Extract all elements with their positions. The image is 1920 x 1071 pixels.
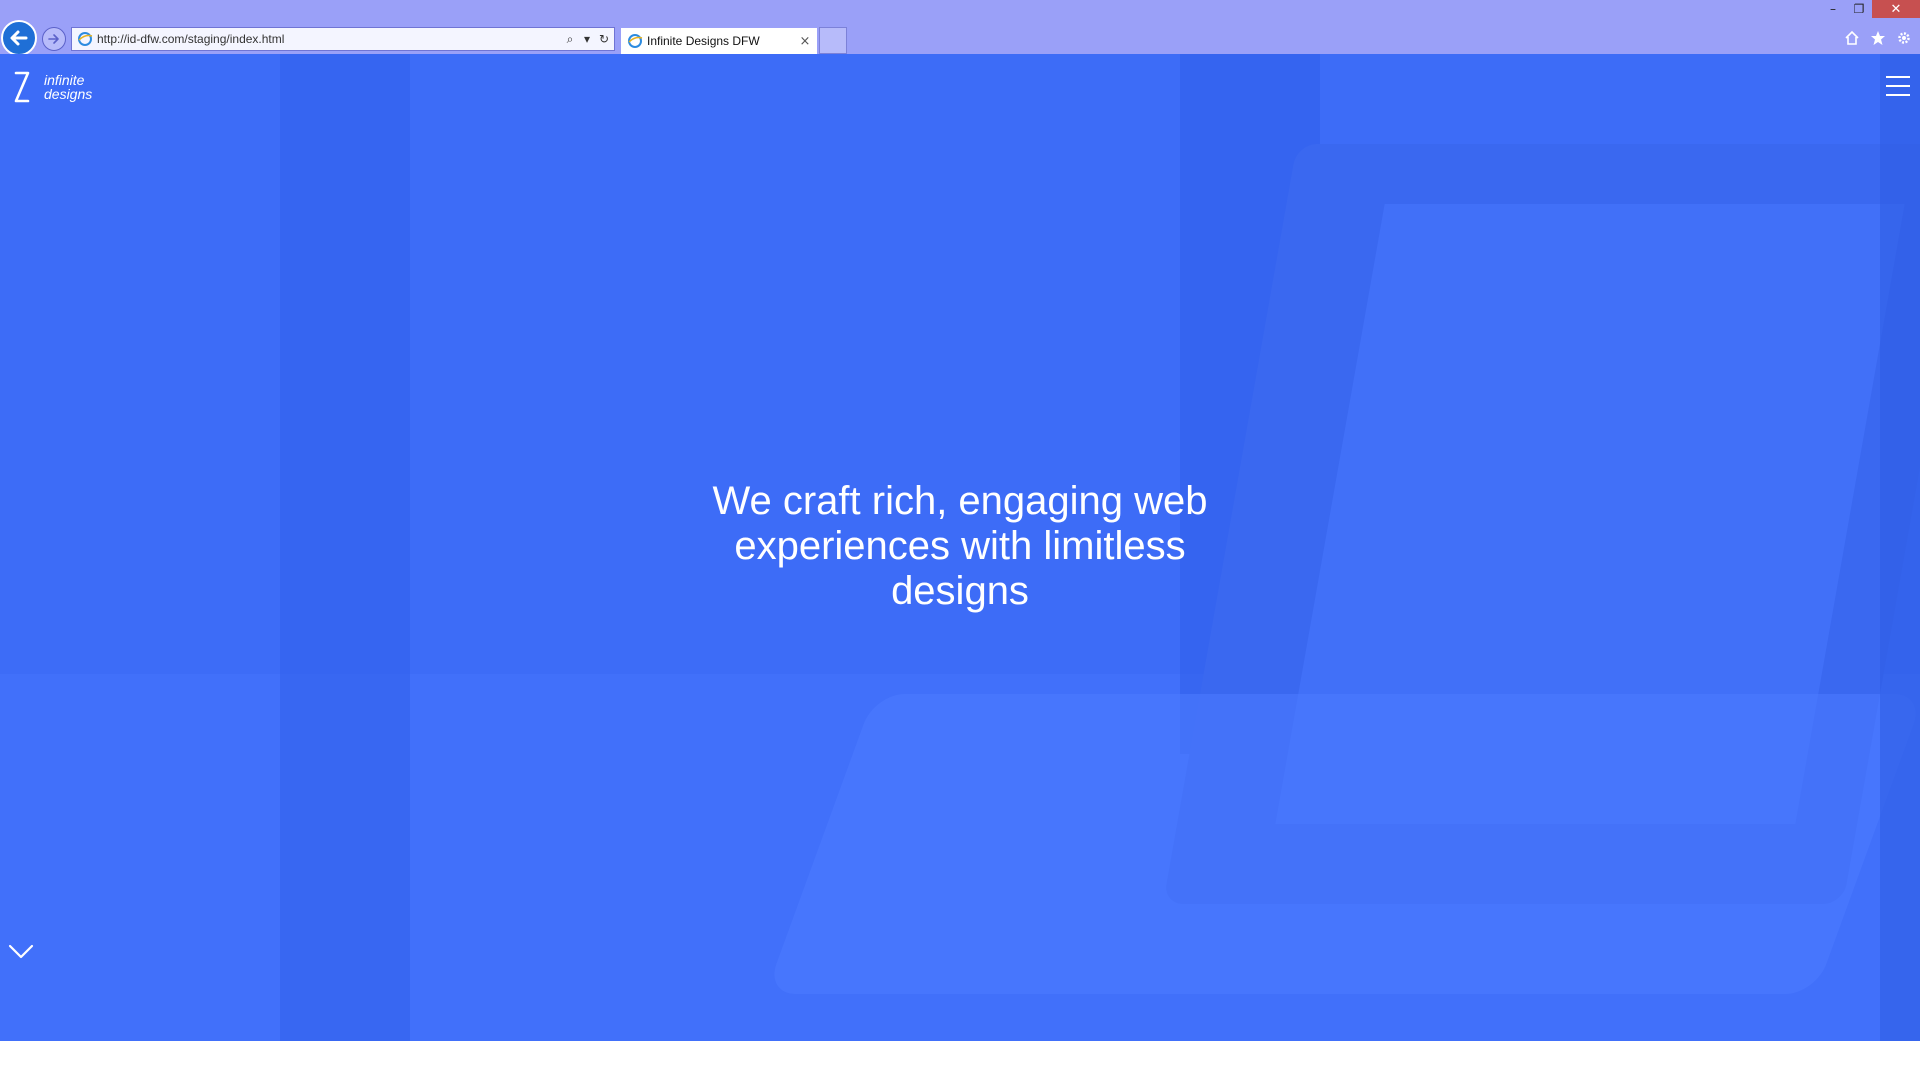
minimize-button[interactable]: – [1820,0,1846,18]
hero-section: infinite designs We craft rich, engaging… [0,54,1920,1041]
back-button[interactable] [1,20,37,56]
search-icon[interactable]: ⌕ [563,29,577,49]
close-window-button[interactable]: ✕ [1872,0,1920,18]
hamburger-menu-icon[interactable] [1886,76,1910,96]
background-image [0,674,1920,1041]
home-icon[interactable] [1842,28,1862,48]
background-image [1180,54,1320,754]
address-bar[interactable]: ⌕ ▾ ↻ [71,27,615,51]
url-input[interactable] [93,29,563,49]
forward-arrow-icon [48,34,59,44]
background-image [1275,204,1905,824]
chevron-down-icon[interactable]: ▾ [580,29,594,49]
refresh-icon[interactable]: ↻ [597,29,611,49]
tab-infinite-designs[interactable]: Infinite Designs DFW × [620,27,818,54]
ie-favicon-icon [628,34,643,48]
background-image [280,54,410,1041]
tab-close-icon[interactable]: × [797,34,813,49]
gear-icon[interactable] [1894,28,1914,48]
chevron-down-icon[interactable] [6,942,36,962]
brand-logo[interactable]: infinite designs [10,70,92,104]
back-arrow-icon [10,30,28,46]
infinity-logo-icon [14,71,30,103]
brand-name: infinite designs [44,72,93,102]
background-image [765,694,1920,994]
browser-toolbar-icons [1842,28,1914,48]
tab-title: Infinite Designs DFW [647,34,760,48]
hero-headline: We craft rich, engaging web experiences … [712,479,1208,613]
background-image [1880,54,1920,1041]
new-tab-button[interactable] [819,27,847,54]
window-controls: – ❐ ✕ [1820,0,1920,18]
ie-favicon-icon [78,32,93,46]
restore-button[interactable]: ❐ [1846,0,1872,18]
background-image [1162,144,1920,904]
forward-button[interactable] [42,27,66,51]
browser-chrome: – ❐ ✕ ⌕ ▾ ↻ Infinite Designs DFW × [0,0,1920,56]
favorites-star-icon[interactable] [1868,28,1888,48]
